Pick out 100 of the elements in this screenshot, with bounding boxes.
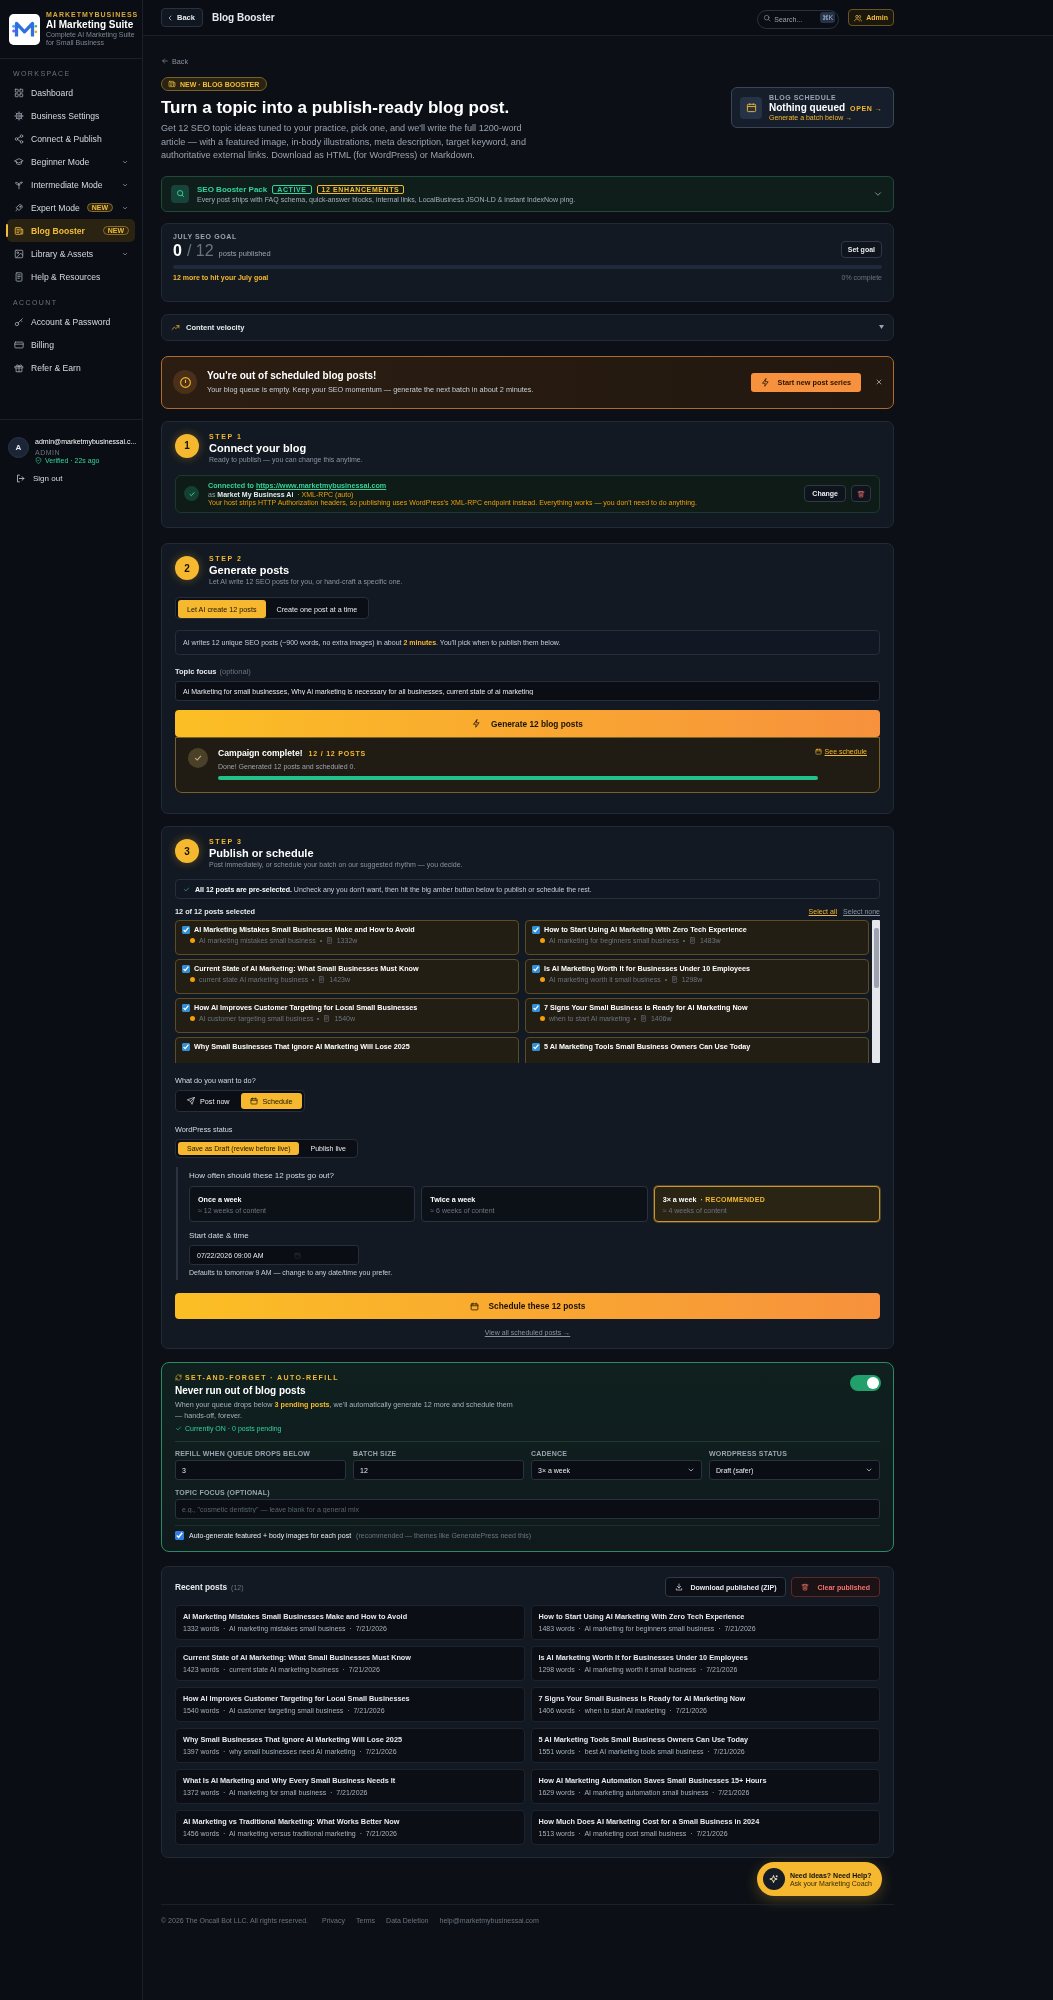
- step-number: 1: [175, 433, 199, 458]
- checkbox[interactable]: [175, 1531, 184, 1540]
- checkbox[interactable]: [182, 1042, 190, 1051]
- caret-icon: [879, 325, 884, 329]
- calendar-icon: [249, 1097, 258, 1105]
- document-icon: [670, 976, 678, 983]
- keyword-icon: [190, 938, 195, 943]
- calendar-icon: [469, 1301, 479, 1311]
- goal-total: / 12: [186, 241, 214, 260]
- delete-button[interactable]: [851, 485, 871, 503]
- credit-card-icon: [14, 339, 24, 350]
- calendar-icon: [293, 1251, 301, 1259]
- checkbox[interactable]: [532, 1003, 540, 1012]
- nav-item[interactable]: Help & Resources: [7, 265, 135, 288]
- toggle-switch[interactable]: [850, 1375, 881, 1391]
- trash-icon: [801, 1583, 810, 1591]
- sprout-icon: [14, 179, 24, 190]
- sign-out-link[interactable]: Sign out: [0, 464, 63, 483]
- nav-item[interactable]: Connect & Publish: [7, 127, 135, 150]
- sparkle-icon: [762, 1868, 785, 1890]
- step-title: Connect your blog: [209, 441, 308, 454]
- schedule-button[interactable]: Schedule these 12 posts: [175, 1293, 880, 1319]
- logout-icon: [16, 474, 25, 483]
- hero-title: Turn a topic into a publish-ready blog post.: [161, 98, 511, 118]
- check-icon: [183, 885, 190, 893]
- document-icon: [14, 271, 24, 282]
- keyword-icon: [190, 977, 195, 982]
- checkbox[interactable]: [182, 1003, 190, 1012]
- chevron-icon: [687, 1466, 695, 1474]
- chevron-left-icon: [166, 13, 174, 22]
- refresh-icon: [175, 1374, 182, 1381]
- check-icon: [175, 1425, 182, 1432]
- checkbox[interactable]: [532, 964, 540, 973]
- alert-icon: [173, 370, 197, 394]
- pack-title: SEO Booster Pack: [197, 184, 268, 194]
- nav-item[interactable]: Dashboard: [7, 81, 135, 104]
- nav-item[interactable]: Account & Password: [7, 310, 135, 333]
- search-icon: [171, 184, 189, 203]
- alert-title: You're out of scheduled blog posts!: [207, 370, 378, 381]
- chevron-icon: [865, 1466, 873, 1474]
- rocket-icon: [14, 202, 24, 213]
- schedule-status: Nothing queued: [769, 102, 846, 113]
- document-icon: [318, 976, 326, 983]
- graduation-cap-icon: [14, 156, 24, 167]
- calendar-icon: [814, 748, 822, 755]
- nav-item[interactable]: Beginner Mode: [7, 150, 135, 173]
- nav-item[interactable]: Refer & Earn: [7, 356, 135, 379]
- step-title: Generate posts: [209, 564, 291, 576]
- nav-item[interactable]: Intermediate Mode: [7, 173, 135, 196]
- key-icon: [14, 316, 24, 327]
- download-icon: [674, 1583, 683, 1591]
- nav-item[interactable]: Library & Assets: [7, 242, 135, 265]
- goal-count: 0: [173, 241, 182, 260]
- calendar-icon: [740, 96, 762, 119]
- checkbox[interactable]: [182, 964, 190, 973]
- hero-description: Get 12 SEO topic ideas tuned to your practice, pick one, and we'll write the full 1200-word article — with a featured image, in-body illustrations, meta description, target keyword, and authoritative external links. Download as HTML (for WordPress) or Markdown.: [161, 122, 527, 162]
- logo-icon: [9, 13, 40, 45]
- panel-title: Never run out of blog posts: [175, 1385, 307, 1396]
- checkbox[interactable]: [532, 925, 540, 934]
- step-title: Publish or schedule: [209, 847, 315, 859]
- keyword-icon: [540, 977, 545, 982]
- step-number: 2: [175, 556, 199, 580]
- image-icon: [14, 248, 24, 259]
- scrollbar[interactable]: [872, 920, 880, 1063]
- share-icon: [14, 133, 24, 144]
- field-label: How often should these 12 posts go out?: [189, 1171, 335, 1180]
- section-title: Recent posts: [175, 1582, 228, 1592]
- shield-icon: [35, 457, 42, 464]
- campaign-title: Campaign complete!: [218, 748, 303, 758]
- checkbox[interactable]: [532, 1042, 540, 1051]
- search-icon: [763, 13, 772, 22]
- close-icon: [875, 378, 883, 386]
- user-icon: [854, 13, 863, 22]
- close-button[interactable]: [875, 378, 883, 386]
- field-label: Start date & time: [189, 1231, 250, 1240]
- check-icon: [188, 748, 208, 768]
- keyword-icon: [190, 1016, 195, 1021]
- bolt-icon: [760, 377, 770, 387]
- trend-icon: [171, 322, 180, 332]
- app-title: AI Marketing Suite: [46, 18, 135, 30]
- generate-button[interactable]: Generate 12 blog posts: [175, 710, 880, 737]
- send-icon: [187, 1097, 195, 1105]
- document-icon: [688, 937, 696, 944]
- arrow-left-icon: [161, 57, 169, 65]
- checkbox[interactable]: [182, 925, 190, 934]
- keyword-icon: [540, 938, 545, 943]
- bolt-icon: [472, 719, 482, 728]
- trash-icon: [857, 489, 865, 498]
- grid-icon: [14, 87, 24, 98]
- gift-icon: [14, 362, 24, 373]
- nav-item[interactable]: Business Settings: [7, 104, 135, 127]
- gear-icon: [14, 110, 24, 121]
- nav-item[interactable]: Billing: [7, 333, 135, 356]
- check-icon: [184, 486, 199, 502]
- document-icon: [325, 937, 333, 944]
- document-icon: [323, 1015, 331, 1022]
- newspaper-icon: [168, 80, 176, 88]
- newspaper-icon: [14, 225, 24, 236]
- avatar: A: [8, 436, 29, 458]
- page-title: Blog Booster: [211, 12, 275, 23]
